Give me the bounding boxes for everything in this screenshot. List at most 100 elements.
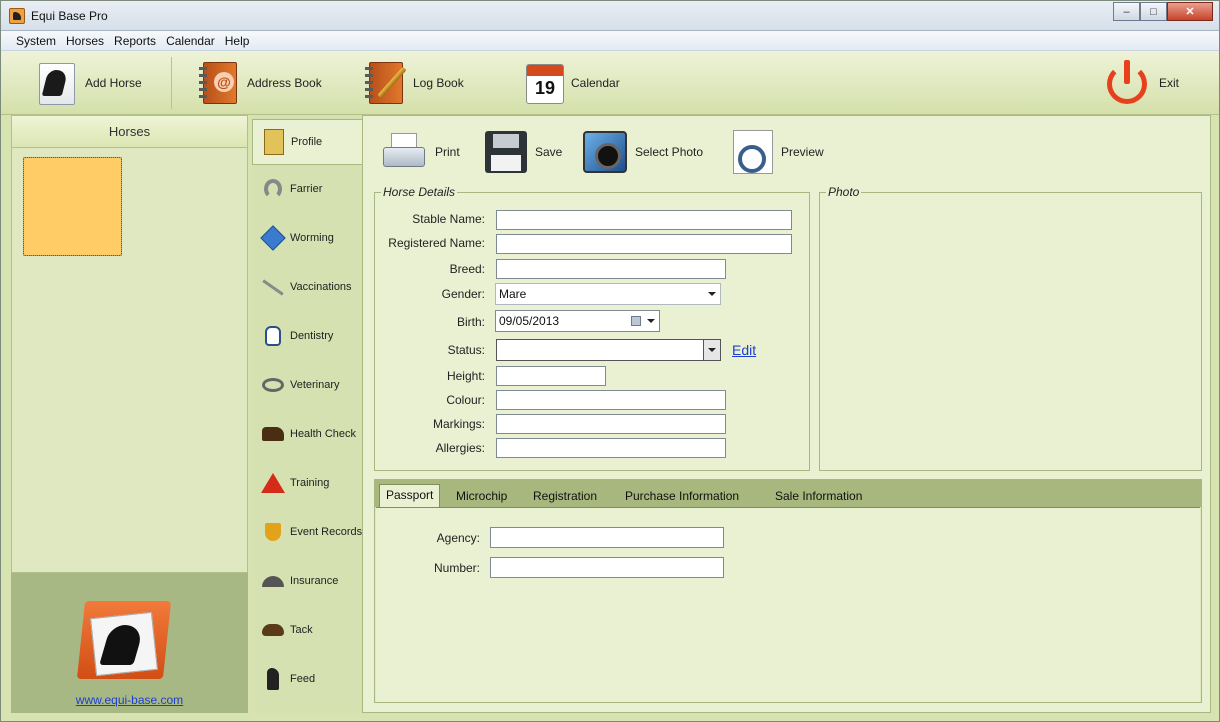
nav-label: Worming <box>290 232 334 244</box>
markings-label: Markings: <box>432 417 485 431</box>
horse-details-legend: Horse Details <box>383 185 456 199</box>
horseshoe-icon <box>260 176 286 202</box>
gender-value: Mare <box>499 287 527 301</box>
nav-vaccinations[interactable]: Vaccinations <box>252 264 363 310</box>
trophy-icon <box>260 519 286 545</box>
tab-purchase-information[interactable]: Purchase Information <box>619 486 745 507</box>
status-select[interactable] <box>496 339 721 361</box>
print-button[interactable]: Print <box>381 126 460 178</box>
maximize-button[interactable]: □ <box>1140 2 1167 21</box>
floppy-disk-icon <box>485 131 527 173</box>
nav-worming[interactable]: Worming <box>252 215 363 261</box>
horse-card[interactable] <box>23 157 122 256</box>
address-book-label: Address Book <box>247 76 322 90</box>
umbrella-icon <box>260 568 286 594</box>
registered-name-field[interactable] <box>496 234 792 254</box>
log-book-label: Log Book <box>413 76 464 90</box>
tab-registration[interactable]: Registration <box>527 486 603 507</box>
nav-event-records[interactable]: Event Records <box>252 509 363 555</box>
nav-label: Vaccinations <box>290 281 352 293</box>
breed-field[interactable] <box>496 259 726 279</box>
toolbar-separator <box>171 57 172 109</box>
nav-dentistry[interactable]: Dentistry <box>252 313 363 359</box>
tab-strip: Passport Microchip Registration Purchase… <box>375 480 1201 508</box>
menu-system[interactable]: System <box>11 31 61 50</box>
agency-label: Agency: <box>436 531 480 545</box>
height-field[interactable] <box>496 366 606 386</box>
colour-field[interactable] <box>496 390 726 410</box>
print-label: Print <box>435 145 460 159</box>
nav-label: Tack <box>290 624 313 636</box>
height-label: Height: <box>446 369 485 383</box>
stable-name-field[interactable] <box>496 210 792 230</box>
calendar-small-icon[interactable] <box>631 316 641 326</box>
calendar-icon: 19 <box>523 60 564 106</box>
colour-label: Colour: <box>446 393 485 407</box>
passport-tab-panel: Agency: Number: <box>376 507 1200 702</box>
power-icon <box>1105 60 1151 106</box>
close-button[interactable]: ✕ <box>1167 2 1213 21</box>
horses-panel-title: Horses <box>12 116 247 148</box>
tab-sale-information[interactable]: Sale Information <box>769 486 868 507</box>
address-book-button[interactable]: @ Address Book <box>199 57 322 109</box>
log-book-button[interactable]: Log Book <box>365 57 464 109</box>
add-horse-button[interactable]: Add Horse <box>37 57 142 109</box>
menu-reports[interactable]: Reports <box>109 31 161 50</box>
calendar-icon-day: 19 <box>534 78 556 98</box>
birth-date-picker[interactable]: 09/05/2013 <box>495 310 660 332</box>
profile-icon <box>261 129 287 155</box>
minimize-button[interactable]: – <box>1113 2 1140 21</box>
app-window: Equi Base Pro – □ ✕ System Horses Report… <box>0 0 1220 722</box>
nav-label: Training <box>290 477 330 489</box>
preview-label: Preview <box>781 145 824 159</box>
horses-panel: Horses <box>11 115 248 573</box>
exit-button[interactable]: Exit <box>1105 57 1179 109</box>
agency-field[interactable] <box>490 527 724 548</box>
worming-icon <box>260 225 286 251</box>
horse-icon <box>260 421 286 447</box>
edit-status-link[interactable]: Edit <box>732 342 756 358</box>
nav-feed[interactable]: Feed <box>252 656 363 702</box>
menu-horses[interactable]: Horses <box>61 31 109 50</box>
select-photo-button[interactable]: Select Photo <box>583 126 703 178</box>
allergies-field[interactable] <box>496 438 726 458</box>
select-photo-label: Select Photo <box>635 145 704 159</box>
printer-icon <box>381 129 427 175</box>
nav-label: Feed <box>290 673 316 685</box>
stethoscope-icon <box>260 372 286 398</box>
nav-health-check[interactable]: Health Check <box>252 411 363 457</box>
stable-name-label: Stable Name: <box>412 212 485 226</box>
status-dropdown-button[interactable] <box>703 340 720 360</box>
horse-feed-icon <box>260 666 286 692</box>
tab-passport[interactable]: Passport <box>379 484 441 508</box>
nav-label: Insurance <box>290 575 339 587</box>
status-label: Status: <box>447 343 485 357</box>
nav-training[interactable]: Training <box>252 460 363 506</box>
save-button[interactable]: Save <box>485 126 562 178</box>
number-field[interactable] <box>490 557 724 578</box>
calendar-label: Calendar <box>571 76 620 90</box>
calendar-button[interactable]: 19 Calendar <box>523 57 620 109</box>
add-horse-label: Add Horse <box>85 76 142 90</box>
nav-veterinary[interactable]: Veterinary <box>252 362 363 408</box>
number-label: Number: <box>433 561 480 575</box>
main-toolbar: Add Horse @ Address Book Log Book 19 Cal… <box>1 51 1219 115</box>
chevron-down-icon <box>708 292 716 296</box>
gender-select[interactable]: Mare <box>495 283 721 305</box>
nav-label: Event Records <box>290 526 363 538</box>
nav-insurance[interactable]: Insurance <box>252 558 363 604</box>
birth-label: Birth: <box>456 315 485 329</box>
nav-tack[interactable]: Tack <box>252 607 363 653</box>
nav-label: Farrier <box>290 183 323 195</box>
markings-field[interactable] <box>496 414 726 434</box>
window-title: Equi Base Pro <box>31 9 108 23</box>
warning-sign-icon <box>260 470 286 496</box>
preview-button[interactable]: Preview <box>733 126 824 178</box>
tab-microchip[interactable]: Microchip <box>450 486 513 507</box>
save-label: Save <box>535 145 563 159</box>
menu-help[interactable]: Help <box>220 31 255 50</box>
website-link[interactable]: www.equi-base.com <box>11 693 248 707</box>
nav-profile[interactable]: Profile <box>252 119 364 165</box>
menu-calendar[interactable]: Calendar <box>161 31 220 50</box>
nav-farrier[interactable]: Farrier <box>252 166 363 212</box>
